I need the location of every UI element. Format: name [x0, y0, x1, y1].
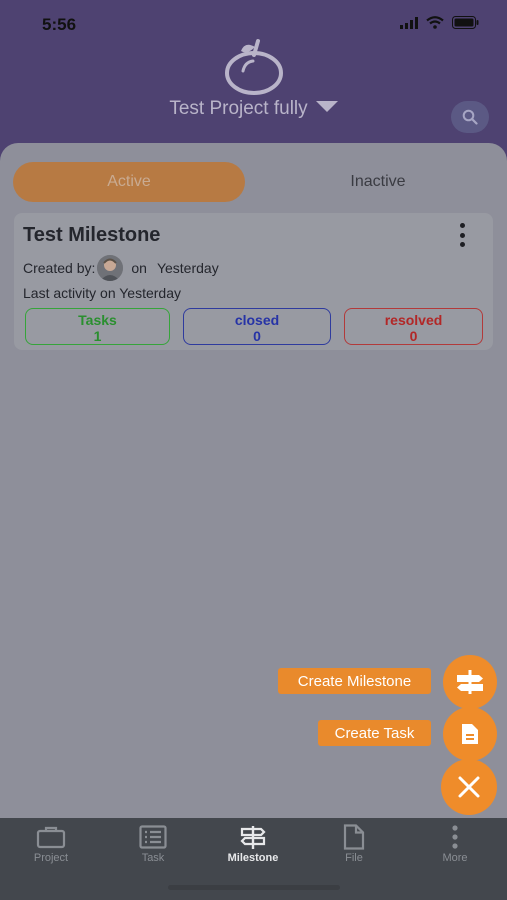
close-fab-button[interactable] — [441, 759, 497, 815]
status-segmented-control: Active Inactive — [13, 162, 493, 202]
milestone-card[interactable]: Test Milestone Created by: on Yesterday … — [14, 213, 493, 350]
created-date: Yesterday — [156, 260, 219, 276]
list-icon — [139, 825, 167, 849]
tasks-stat[interactable]: Tasks 1 — [25, 308, 170, 345]
resolved-label: resolved — [384, 312, 443, 328]
file-icon — [343, 824, 365, 850]
last-activity: Last activity on Yesterday — [23, 285, 181, 301]
nav-label-file: File — [345, 852, 363, 864]
nav-task[interactable]: Task — [113, 822, 193, 872]
create-task-label[interactable]: Create Task — [318, 720, 431, 746]
nav-file[interactable]: File — [314, 822, 394, 872]
signpost-icon — [240, 826, 266, 849]
nav-label-more: More — [442, 852, 468, 864]
briefcase-icon — [36, 826, 66, 849]
nav-more[interactable]: More — [415, 822, 495, 872]
signpost-icon — [457, 670, 483, 694]
more-vertical-icon — [452, 825, 458, 849]
closed-label: closed — [234, 312, 280, 328]
project-title: Test Project fully — [169, 98, 308, 119]
search-icon — [462, 109, 478, 125]
closed-count: 0 — [253, 328, 261, 344]
more-options-icon[interactable] — [456, 223, 468, 247]
signal-icon — [400, 16, 418, 29]
nav-label-milestone: Milestone — [227, 852, 279, 864]
status-time: 5:56 — [42, 15, 77, 34]
tasks-label: Tasks — [78, 312, 117, 328]
search-button[interactable] — [451, 101, 489, 133]
close-icon — [458, 776, 480, 798]
nav-label-project: Project — [33, 852, 69, 864]
create-milestone-button[interactable] — [443, 655, 497, 709]
app-logo — [225, 39, 283, 95]
battery-icon — [452, 16, 479, 29]
created-by-label: Created by: — [23, 260, 96, 276]
nav-milestone[interactable]: Milestone — [213, 822, 293, 872]
wifi-icon — [426, 16, 444, 29]
on-label: on — [131, 260, 147, 276]
tab-active[interactable]: Active — [13, 162, 245, 202]
home-indicator — [168, 885, 340, 890]
create-milestone-label[interactable]: Create Milestone — [278, 668, 431, 694]
caret-down-icon — [315, 101, 338, 113]
nav-project[interactable]: Project — [11, 822, 91, 872]
resolved-count: 0 — [409, 328, 418, 344]
tab-inactive[interactable]: Inactive — [263, 162, 493, 202]
avatar — [97, 255, 124, 281]
content-panel: Active Inactive Test Milestone Created b… — [0, 143, 507, 818]
resolved-stat[interactable]: resolved 0 — [344, 308, 483, 345]
status-icons — [400, 16, 479, 29]
create-task-button[interactable] — [443, 707, 497, 761]
tasks-count: 1 — [93, 328, 102, 344]
closed-stat[interactable]: closed 0 — [183, 308, 331, 345]
nav-label-task: Task — [141, 852, 165, 864]
app-header: 5:56 Test Project fully — [0, 0, 507, 160]
document-icon — [462, 724, 478, 744]
milestone-title: Test Milestone — [23, 224, 161, 246]
created-by-row: Created by: on Yesterday — [23, 255, 219, 281]
project-selector[interactable]: Test Project fully — [0, 98, 507, 120]
